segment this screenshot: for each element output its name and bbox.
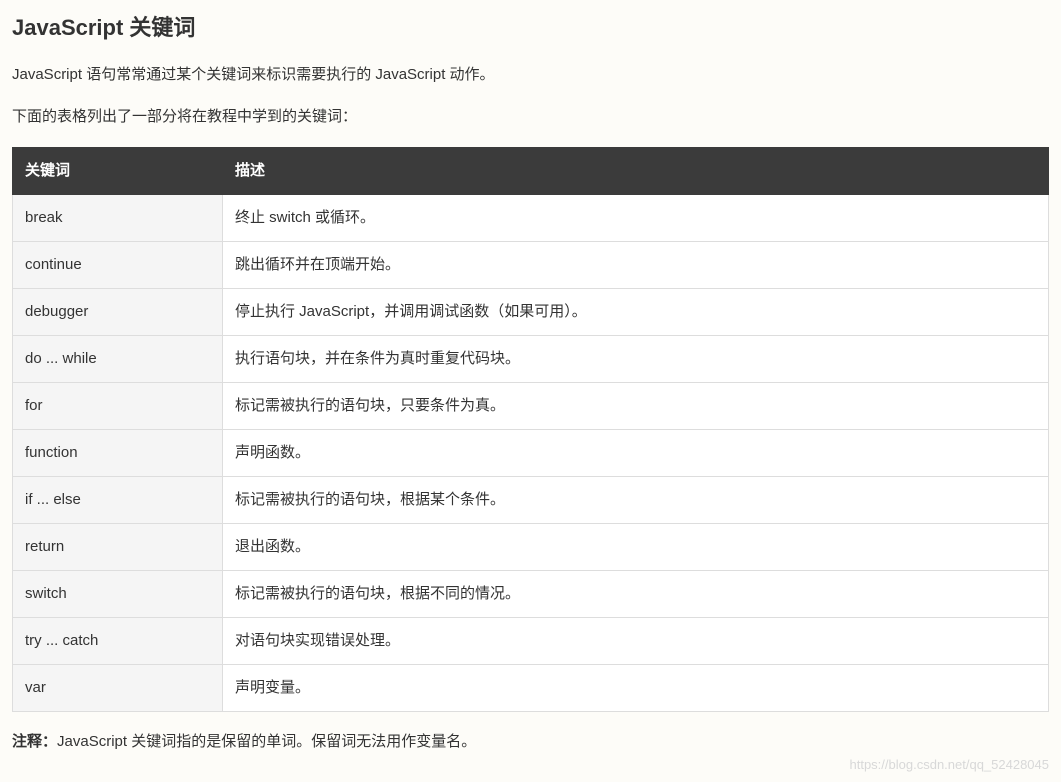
- table-row: for 标记需被执行的语句块，只要条件为真。: [13, 383, 1049, 430]
- page-heading: JavaScript 关键词: [12, 10, 1049, 45]
- table-row: return 退出函数。: [13, 524, 1049, 571]
- table-row: debugger 停止执行 JavaScript，并调用调试函数（如果可用）。: [13, 289, 1049, 336]
- watermark-text: https://blog.csdn.net/qq_52428045: [850, 755, 1050, 776]
- keyword-cell: function: [13, 430, 223, 477]
- description-cell: 跳出循环并在顶端开始。: [223, 242, 1049, 289]
- table-row: switch 标记需被执行的语句块，根据不同的情况。: [13, 571, 1049, 618]
- note-paragraph: 注释：JavaScript 关键词指的是保留的单词。保留词无法用作变量名。: [12, 730, 1049, 754]
- description-cell: 终止 switch 或循环。: [223, 195, 1049, 242]
- description-cell: 停止执行 JavaScript，并调用调试函数（如果可用）。: [223, 289, 1049, 336]
- table-header-keyword: 关键词: [13, 148, 223, 195]
- keyword-cell: continue: [13, 242, 223, 289]
- table-row: do ... while 执行语句块，并在条件为真时重复代码块。: [13, 336, 1049, 383]
- table-row: function 声明函数。: [13, 430, 1049, 477]
- description-cell: 执行语句块，并在条件为真时重复代码块。: [223, 336, 1049, 383]
- description-cell: 退出函数。: [223, 524, 1049, 571]
- keyword-cell: var: [13, 665, 223, 712]
- keyword-cell: if ... else: [13, 477, 223, 524]
- intro-paragraph-1: JavaScript 语句常常通过某个关键词来标识需要执行的 JavaScrip…: [12, 63, 1049, 87]
- keyword-cell: try ... catch: [13, 618, 223, 665]
- description-cell: 标记需被执行的语句块，只要条件为真。: [223, 383, 1049, 430]
- keyword-cell: break: [13, 195, 223, 242]
- keyword-cell: return: [13, 524, 223, 571]
- keyword-cell: debugger: [13, 289, 223, 336]
- description-cell: 声明函数。: [223, 430, 1049, 477]
- description-cell: 标记需被执行的语句块，根据不同的情况。: [223, 571, 1049, 618]
- table-body: break 终止 switch 或循环。 continue 跳出循环并在顶端开始…: [13, 195, 1049, 712]
- table-row: try ... catch 对语句块实现错误处理。: [13, 618, 1049, 665]
- description-cell: 对语句块实现错误处理。: [223, 618, 1049, 665]
- description-cell: 标记需被执行的语句块，根据某个条件。: [223, 477, 1049, 524]
- keywords-table: 关键词 描述 break 终止 switch 或循环。 continue 跳出循…: [12, 147, 1049, 712]
- keyword-cell: do ... while: [13, 336, 223, 383]
- table-header-description: 描述: [223, 148, 1049, 195]
- table-row: continue 跳出循环并在顶端开始。: [13, 242, 1049, 289]
- table-header-row: 关键词 描述: [13, 148, 1049, 195]
- table-row: var 声明变量。: [13, 665, 1049, 712]
- intro-paragraph-2: 下面的表格列出了一部分将在教程中学到的关键词：: [12, 105, 1049, 129]
- description-cell: 声明变量。: [223, 665, 1049, 712]
- table-row: if ... else 标记需被执行的语句块，根据某个条件。: [13, 477, 1049, 524]
- note-label: 注释：: [12, 733, 57, 750]
- note-text: JavaScript 关键词指的是保留的单词。保留词无法用作变量名。: [57, 733, 476, 750]
- keyword-cell: switch: [13, 571, 223, 618]
- keyword-cell: for: [13, 383, 223, 430]
- table-row: break 终止 switch 或循环。: [13, 195, 1049, 242]
